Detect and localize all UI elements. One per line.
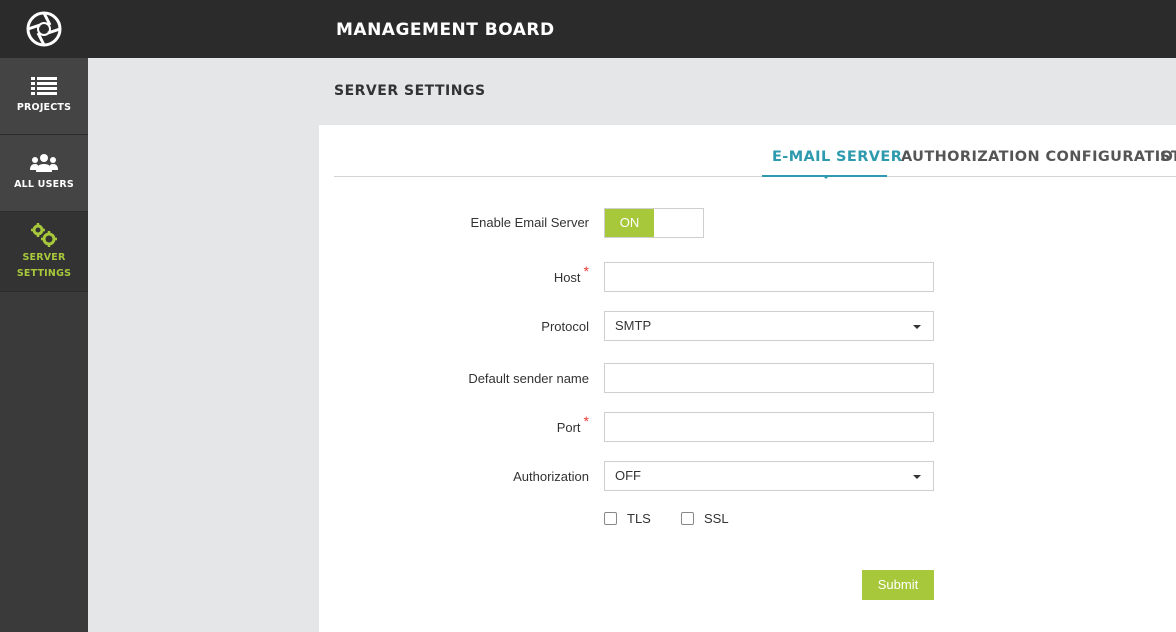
authorization-label: Authorization: [513, 469, 589, 484]
tls-label: TLS: [627, 511, 651, 526]
chevron-down-icon: [913, 475, 921, 479]
submit-button[interactable]: Submit: [862, 570, 934, 600]
tab-third[interactable]: ST: [1160, 149, 1176, 165]
sidebar-item-label-line2: SETTINGS: [16, 267, 72, 279]
authorization-select[interactable]: OFF: [604, 461, 934, 491]
ssl-checkbox[interactable]: SSL: [681, 511, 729, 526]
required-mark: *: [583, 263, 589, 279]
sidebar-item-projects[interactable]: PROJECTS: [0, 58, 88, 135]
list-icon: [31, 77, 57, 95]
aperture-logo-icon: [26, 11, 62, 47]
active-tab-caret: [822, 175, 830, 179]
host-input[interactable]: [604, 262, 934, 292]
tab-authorization-configuration[interactable]: AUTHORIZATION CONFIGURATION: [901, 149, 1176, 165]
checkbox-box[interactable]: [604, 512, 617, 525]
tab-email-server[interactable]: E-MAIL SERVER: [772, 149, 902, 165]
page-title: SERVER SETTINGS: [334, 83, 486, 99]
main-content: SERVER SETTINGS E-MAIL SERVER AUTHORIZAT…: [88, 58, 1176, 632]
protocol-select[interactable]: SMTP: [604, 311, 934, 341]
port-input[interactable]: [604, 412, 934, 442]
toggle-on-state: ON: [605, 209, 654, 237]
users-icon: [30, 154, 58, 172]
checkbox-box[interactable]: [681, 512, 694, 525]
port-label-text: Port: [556, 420, 581, 435]
settings-panel: E-MAIL SERVER AUTHORIZATION CONFIGURATIO…: [319, 125, 1176, 632]
gears-icon: [31, 222, 57, 247]
sidebar: PROJECTS ALL USERS SERVER SETTINGS: [0, 0, 88, 632]
tls-checkbox[interactable]: TLS: [604, 511, 651, 526]
sidebar-item-all-users[interactable]: ALL USERS: [0, 135, 88, 212]
default-sender-name-input[interactable]: [604, 363, 934, 393]
required-mark: *: [583, 413, 589, 429]
top-header: MANAGEMENT BOARD: [88, 0, 1176, 58]
protocol-selected-value: SMTP: [615, 318, 652, 333]
sidebar-item-label: ALL USERS: [14, 179, 74, 190]
host-label: Host *: [319, 263, 589, 285]
sidebar-item-label: SERVER SETTINGS: [17, 250, 71, 282]
app-title: MANAGEMENT BOARD: [336, 20, 555, 40]
protocol-label: Protocol: [541, 319, 589, 334]
port-label: Port *: [319, 413, 589, 435]
app-logo[interactable]: [0, 0, 88, 58]
authorization-selected-value: OFF: [615, 468, 641, 483]
sidebar-item-server-settings[interactable]: SERVER SETTINGS: [0, 212, 88, 292]
enable-email-server-toggle[interactable]: ON: [604, 208, 704, 238]
sidebar-item-label: PROJECTS: [16, 102, 72, 113]
default-sender-name-label: Default sender name: [468, 371, 589, 386]
tab-bar: E-MAIL SERVER AUTHORIZATION CONFIGURATIO…: [334, 125, 1176, 179]
enable-email-server-label: Enable Email Server: [470, 215, 590, 230]
sidebar-item-label-line1: SERVER: [22, 251, 66, 263]
chevron-down-icon: [913, 325, 921, 329]
host-label-text: Host: [553, 270, 581, 285]
ssl-label: SSL: [704, 511, 729, 526]
